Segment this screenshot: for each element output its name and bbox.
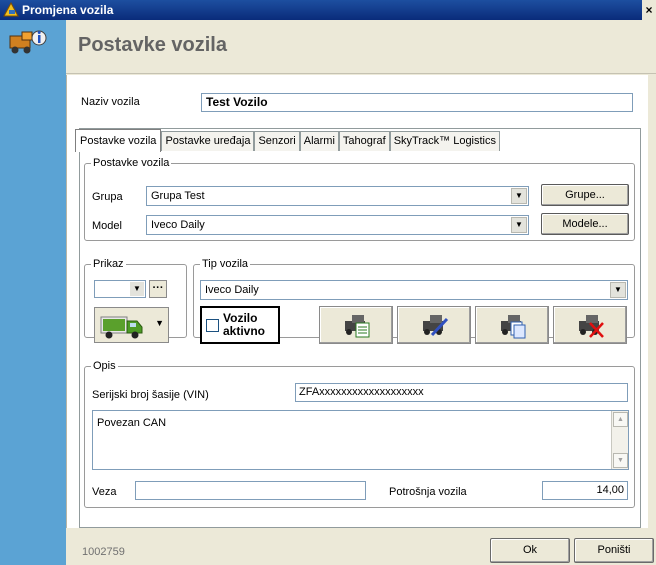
left-strip [0, 20, 66, 565]
ok-button[interactable]: Ok [490, 538, 570, 563]
scroll-down-icon[interactable]: ▼ [613, 453, 628, 468]
vehicle-delete-button[interactable] [553, 306, 627, 344]
description-legend: Opis [91, 360, 118, 372]
window-titlebar: Promjena vozila × [0, 0, 656, 20]
tab-vehicle-settings[interactable]: Postavke vozila [75, 129, 162, 152]
header-band: Postavke vozila [66, 20, 656, 74]
close-icon: × [645, 3, 653, 17]
main-area: Naziv vozila Test Vozilo Postavke vozila… [66, 75, 648, 565]
chevron-down-icon: ▼ [511, 188, 527, 204]
color-picker[interactable]: ▼ [94, 280, 146, 298]
cancel-button[interactable]: Poništi [574, 538, 654, 563]
vehicle-edit-icon [423, 315, 449, 337]
chevron-down-icon: ▼ [130, 282, 144, 296]
vehicle-active-checkbox[interactable] [206, 319, 219, 332]
tab-skytrack-logistics[interactable]: SkyTrack™ Logistics [389, 131, 501, 151]
model-select[interactable]: Iveco Daily ▼ [146, 215, 529, 235]
vehicle-info-icon [9, 30, 47, 54]
vehicle-id: 1002759 [82, 546, 125, 558]
notes-textarea[interactable]: Povezan CAN ▲ ▼ [92, 410, 629, 470]
vehicle-name-input[interactable]: Test Vozilo [201, 93, 633, 112]
truck-icon [100, 316, 143, 339]
tab-bar: Postavke vozila Postavke uređaja Senzori… [75, 129, 501, 152]
vehicle-document-icon [345, 315, 370, 338]
chevron-down-icon: ▼ [610, 282, 626, 298]
vehicle-type-value: Iveco Daily [205, 284, 259, 296]
groups-button[interactable]: Grupe... [541, 184, 629, 206]
vehicle-document-button[interactable] [319, 306, 393, 344]
consumption-input[interactable]: 14,00 [542, 481, 628, 500]
chevron-down-icon: ▼ [155, 318, 164, 328]
model-select-value: Iveco Daily [151, 219, 205, 231]
tab-alarms[interactable]: Alarmi [299, 131, 339, 151]
link-label: Veza [92, 486, 117, 498]
scroll-up-icon[interactable]: ▲ [613, 412, 628, 427]
vehicle-copy-icon [501, 315, 526, 339]
vehicle-active-toggle[interactable]: Vozilo aktivno [200, 306, 280, 344]
link-input[interactable] [135, 481, 366, 500]
group-select[interactable]: Grupa Test ▼ [146, 186, 529, 206]
vehicle-icon-select[interactable]: ▼ [94, 307, 169, 343]
vehicle-name-label: Naziv vozila [81, 96, 140, 108]
notes-text: Povezan CAN [97, 417, 167, 429]
vehicle-type-legend: Tip vozila [200, 258, 251, 270]
tab-device-settings[interactable]: Postavke uređaja [161, 131, 255, 151]
vehicle-edit-button[interactable] [397, 306, 471, 344]
window-title: Promjena vozila [22, 3, 114, 17]
vehicle-delete-icon [579, 315, 604, 338]
consumption-label: Potrošnja vozila [389, 486, 467, 498]
vehicle-copy-button[interactable] [475, 306, 549, 344]
display-legend: Prikaz [91, 258, 126, 270]
notes-scrollbar[interactable]: ▲ ▼ [611, 411, 628, 469]
page-title: Postavke vozila [78, 34, 227, 56]
vin-input[interactable]: ZFAxxxxxxxxxxxxxxxxxxx [295, 383, 628, 402]
model-label: Model [92, 220, 122, 232]
tab-sensors[interactable]: Senzori [254, 131, 300, 151]
chevron-down-icon: ▼ [511, 217, 527, 233]
more-button[interactable]: ··· [149, 280, 167, 298]
close-button[interactable]: × [642, 0, 656, 20]
vin-label: Serijski broj šasije (VIN) [92, 389, 209, 401]
vehicle-type-select[interactable]: Iveco Daily ▼ [200, 280, 628, 300]
vehicle-active-label-line2: aktivno [223, 324, 266, 338]
models-button[interactable]: Modele... [541, 213, 629, 235]
app-icon [3, 2, 19, 17]
tab-tachograph[interactable]: Tahograf [338, 131, 390, 151]
group-select-value: Grupa Test [151, 190, 205, 202]
group-label: Grupa [92, 191, 123, 203]
vehicle-settings-legend: Postavke vozila [91, 157, 172, 169]
